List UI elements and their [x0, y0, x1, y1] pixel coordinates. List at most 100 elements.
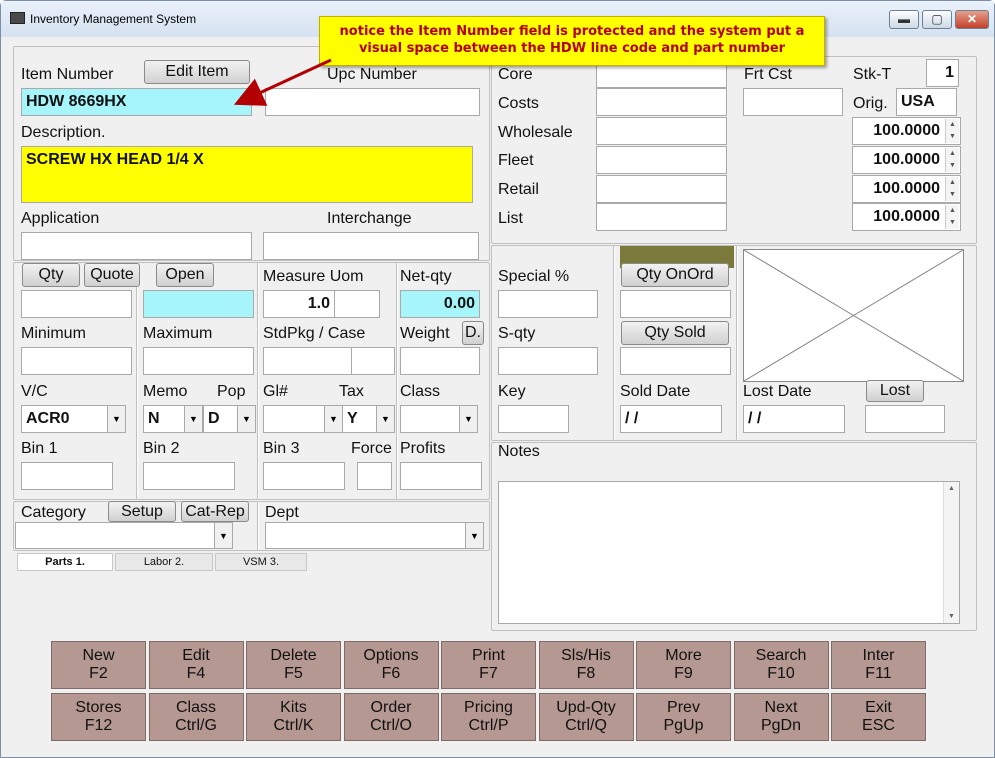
qty-onord-button[interactable]: Qty OnOrd — [621, 263, 729, 287]
pct-field-1[interactable]: 100.0000 ▲ ▼ — [852, 117, 961, 145]
tax-select[interactable]: Y ▼ — [342, 405, 395, 433]
chevron-down-icon[interactable]: ▼ — [184, 406, 202, 432]
s-qty-field[interactable] — [498, 347, 598, 375]
measure-uom-field[interactable]: 1.0 — [263, 290, 335, 318]
stk-t-field[interactable]: 1 — [926, 59, 959, 87]
tab-labor[interactable]: Labor 2. — [115, 553, 213, 571]
chevron-down-icon[interactable]: ▼ — [107, 406, 125, 432]
pct-field-3[interactable]: 100.0000 ▲ ▼ — [852, 175, 961, 203]
fkey-order-button[interactable]: Order Ctrl/O — [343, 693, 439, 741]
fkey-edit-button[interactable]: Edit F4 — [148, 641, 244, 689]
fleet-field[interactable] — [596, 146, 727, 174]
cat-rep-button[interactable]: Cat-Rep — [181, 501, 249, 522]
fkey-delete-button[interactable]: Delete F5 — [246, 641, 341, 689]
sold-date-field[interactable]: / / — [620, 405, 722, 433]
divider — [136, 263, 138, 499]
pct-field-2[interactable]: 100.0000 ▲ ▼ — [852, 146, 961, 174]
lost-date-field[interactable]: / / — [743, 405, 845, 433]
chevron-down-icon[interactable]: ▼ — [459, 406, 477, 432]
costs-field[interactable] — [596, 88, 727, 116]
lost-button[interactable]: Lost — [866, 380, 924, 402]
wholesale-label: Wholesale — [498, 124, 573, 141]
qty-sold-field[interactable] — [620, 347, 731, 375]
setup-button[interactable]: Setup — [108, 501, 176, 522]
open-button[interactable]: Open — [156, 263, 214, 287]
annotation-callout: notice the Item Number field is protecte… — [319, 16, 825, 66]
spinner-icon[interactable]: ▲ ▼ — [945, 119, 959, 143]
retail-field[interactable] — [596, 175, 727, 203]
fkey-more-button[interactable]: More F9 — [636, 641, 731, 689]
pct-field-4[interactable]: 100.0000 ▲ ▼ — [852, 203, 961, 231]
maximum-field[interactable] — [143, 347, 254, 375]
fkey-class-button[interactable]: Class Ctrl/G — [148, 693, 244, 741]
dept-select[interactable]: ▼ — [265, 522, 484, 549]
force-field[interactable] — [357, 462, 392, 490]
bin1-field[interactable] — [21, 462, 113, 490]
weight-d-button[interactable]: D. — [462, 321, 484, 345]
tab-parts[interactable]: Parts 1. — [17, 553, 113, 571]
fkey-next-button[interactable]: Next PgDn — [733, 693, 829, 741]
orig-field[interactable]: USA — [896, 88, 957, 116]
fkey-inter-button[interactable]: Inter F11 — [831, 641, 926, 689]
scroll-down-icon[interactable]: ▼ — [944, 613, 959, 620]
qty-sold-button[interactable]: Qty Sold — [621, 321, 729, 345]
notes-scrollbar[interactable]: ▲ ▼ — [943, 482, 959, 623]
notes-textarea[interactable] — [498, 481, 960, 624]
key-field[interactable] — [498, 405, 569, 433]
spinner-icon[interactable]: ▲ ▼ — [945, 148, 959, 172]
bin2-field[interactable] — [143, 462, 235, 490]
special-pct-field[interactable] — [498, 290, 598, 318]
category-select[interactable]: ▼ — [15, 522, 233, 549]
fkey-exit-button[interactable]: Exit ESC — [831, 693, 926, 741]
vc-select[interactable]: ACR0 ▼ — [21, 405, 126, 433]
close-button[interactable]: ✕ — [955, 10, 989, 29]
minimize-button[interactable]: ▬ — [889, 10, 919, 29]
gl-select[interactable]: ▼ — [263, 405, 343, 433]
spinner-icon[interactable]: ▲ ▼ — [945, 205, 959, 229]
tab-vsm[interactable]: VSM 3. — [215, 553, 307, 571]
fkey-prev-button[interactable]: Prev PgUp — [636, 693, 731, 741]
frt-cst-field[interactable] — [743, 88, 843, 116]
description-field[interactable]: SCREW HX HEAD 1/4 X — [21, 146, 473, 203]
spinner-icon[interactable]: ▲ ▼ — [945, 177, 959, 201]
fkey-pricing-button[interactable]: Pricing Ctrl/P — [441, 693, 536, 741]
interchange-field[interactable] — [263, 232, 479, 260]
wholesale-field[interactable] — [596, 117, 727, 145]
fkey-options-button[interactable]: Options F6 — [343, 641, 439, 689]
fkey-label: Upd-Qty — [556, 699, 616, 716]
case-field[interactable] — [351, 347, 395, 375]
application-field[interactable] — [21, 232, 252, 260]
measure-uom-unit-field[interactable] — [334, 290, 380, 318]
chevron-down-icon[interactable]: ▼ — [214, 523, 232, 548]
scroll-up-icon[interactable]: ▲ — [944, 485, 959, 492]
fkey-stores-button[interactable]: Stores F12 — [51, 693, 146, 741]
maximize-button[interactable]: ▢ — [922, 10, 952, 29]
fkey-new-button[interactable]: New F2 — [51, 641, 146, 689]
qty-onord-field[interactable] — [620, 290, 731, 318]
stdpkg-field[interactable] — [263, 347, 352, 375]
s-qty-label: S-qty — [498, 325, 536, 342]
fkey-print-button[interactable]: Print F7 — [441, 641, 536, 689]
memo-select[interactable]: N ▼ — [143, 405, 203, 433]
chevron-down-icon[interactable]: ▼ — [324, 406, 342, 432]
qty-button[interactable]: Qty — [22, 263, 80, 287]
class-select[interactable]: ▼ — [400, 405, 478, 433]
qty-field[interactable] — [21, 290, 132, 318]
pop-select[interactable]: D ▼ — [203, 405, 256, 433]
profits-field[interactable] — [400, 462, 482, 490]
lost-field[interactable] — [865, 405, 945, 433]
chevron-down-icon[interactable]: ▼ — [376, 406, 394, 432]
fkey-search-button[interactable]: Search F10 — [733, 641, 829, 689]
fkey-kits-button[interactable]: Kits Ctrl/K — [246, 693, 341, 741]
list-field[interactable] — [596, 203, 727, 231]
vc-label: V/C — [21, 383, 48, 400]
chevron-down-icon[interactable]: ▼ — [465, 523, 483, 548]
bin3-field[interactable] — [263, 462, 345, 490]
fkey-sls-his-button[interactable]: Sls/His F8 — [538, 641, 634, 689]
minimum-field[interactable] — [21, 347, 132, 375]
chevron-down-icon[interactable]: ▼ — [237, 406, 255, 432]
callout-line-1: notice the Item Number field is protecte… — [339, 24, 805, 39]
fkey-upd-qty-button[interactable]: Upd-Qty Ctrl/Q — [538, 693, 634, 741]
weight-field[interactable] — [400, 347, 480, 375]
quote-button[interactable]: Quote — [84, 263, 140, 287]
